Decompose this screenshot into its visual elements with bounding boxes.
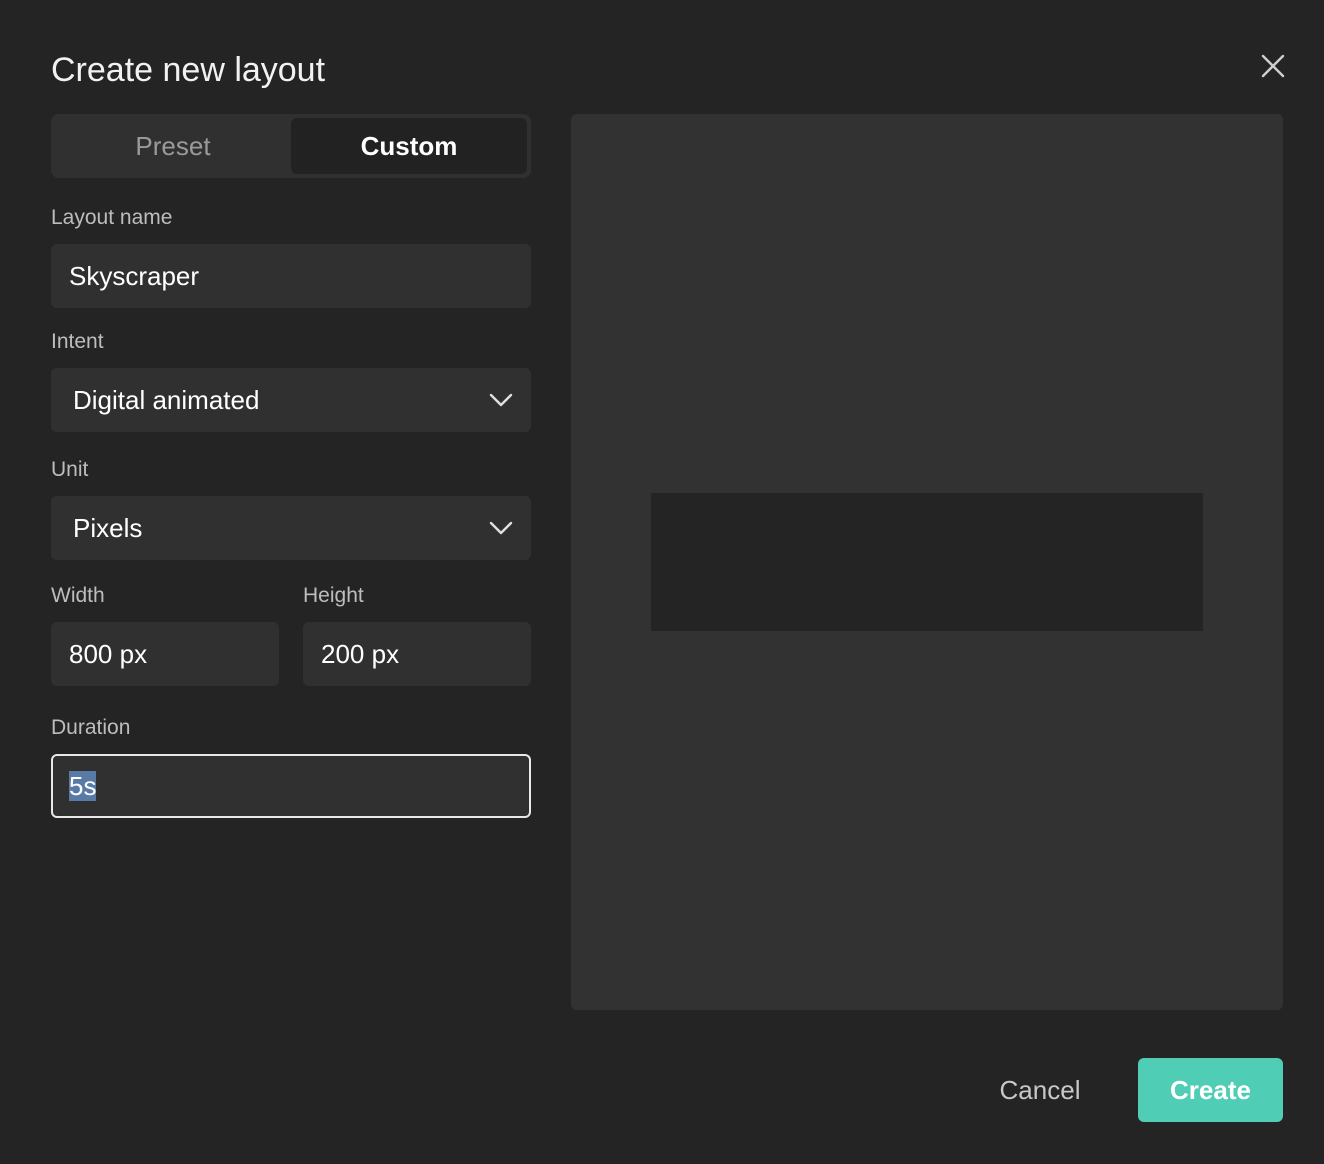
unit-label: Unit bbox=[51, 458, 89, 481]
preview-canvas bbox=[651, 493, 1203, 631]
chevron-down-icon bbox=[489, 518, 513, 538]
cancel-button[interactable]: Cancel bbox=[980, 1058, 1100, 1122]
layout-type-tabs: Preset Custom bbox=[51, 114, 531, 178]
height-value: 200 px bbox=[321, 638, 400, 669]
chevron-down-icon bbox=[489, 390, 513, 410]
duration-label: Duration bbox=[51, 716, 131, 739]
create-button[interactable]: Create bbox=[1138, 1058, 1283, 1122]
intent-label: Intent bbox=[51, 330, 104, 353]
intent-select[interactable]: Digital animated bbox=[51, 368, 531, 432]
duration-input[interactable]: 5s bbox=[51, 754, 531, 818]
close-button[interactable] bbox=[1254, 47, 1292, 85]
create-layout-dialog: Create new layout Preset Custom Layout n… bbox=[0, 0, 1324, 1164]
width-value: 800 px bbox=[69, 638, 148, 669]
dialog-title: Create new layout bbox=[51, 51, 326, 89]
unit-select[interactable]: Pixels bbox=[51, 496, 531, 560]
tab-preset[interactable]: Preset bbox=[55, 118, 291, 174]
close-icon bbox=[1261, 54, 1285, 78]
layout-preview bbox=[571, 114, 1283, 1010]
intent-value: Digital animated bbox=[73, 384, 260, 415]
height-label: Height bbox=[303, 584, 364, 607]
layout-name-value: Skyscraper bbox=[69, 260, 200, 291]
height-input[interactable]: 200 px bbox=[303, 622, 531, 686]
unit-value: Pixels bbox=[73, 512, 143, 543]
layout-name-input[interactable]: Skyscraper bbox=[51, 244, 531, 308]
width-label: Width bbox=[51, 584, 105, 607]
tab-custom[interactable]: Custom bbox=[291, 118, 527, 174]
duration-value: 5s bbox=[69, 770, 97, 801]
width-input[interactable]: 800 px bbox=[51, 622, 279, 686]
layout-name-label: Layout name bbox=[51, 206, 173, 229]
